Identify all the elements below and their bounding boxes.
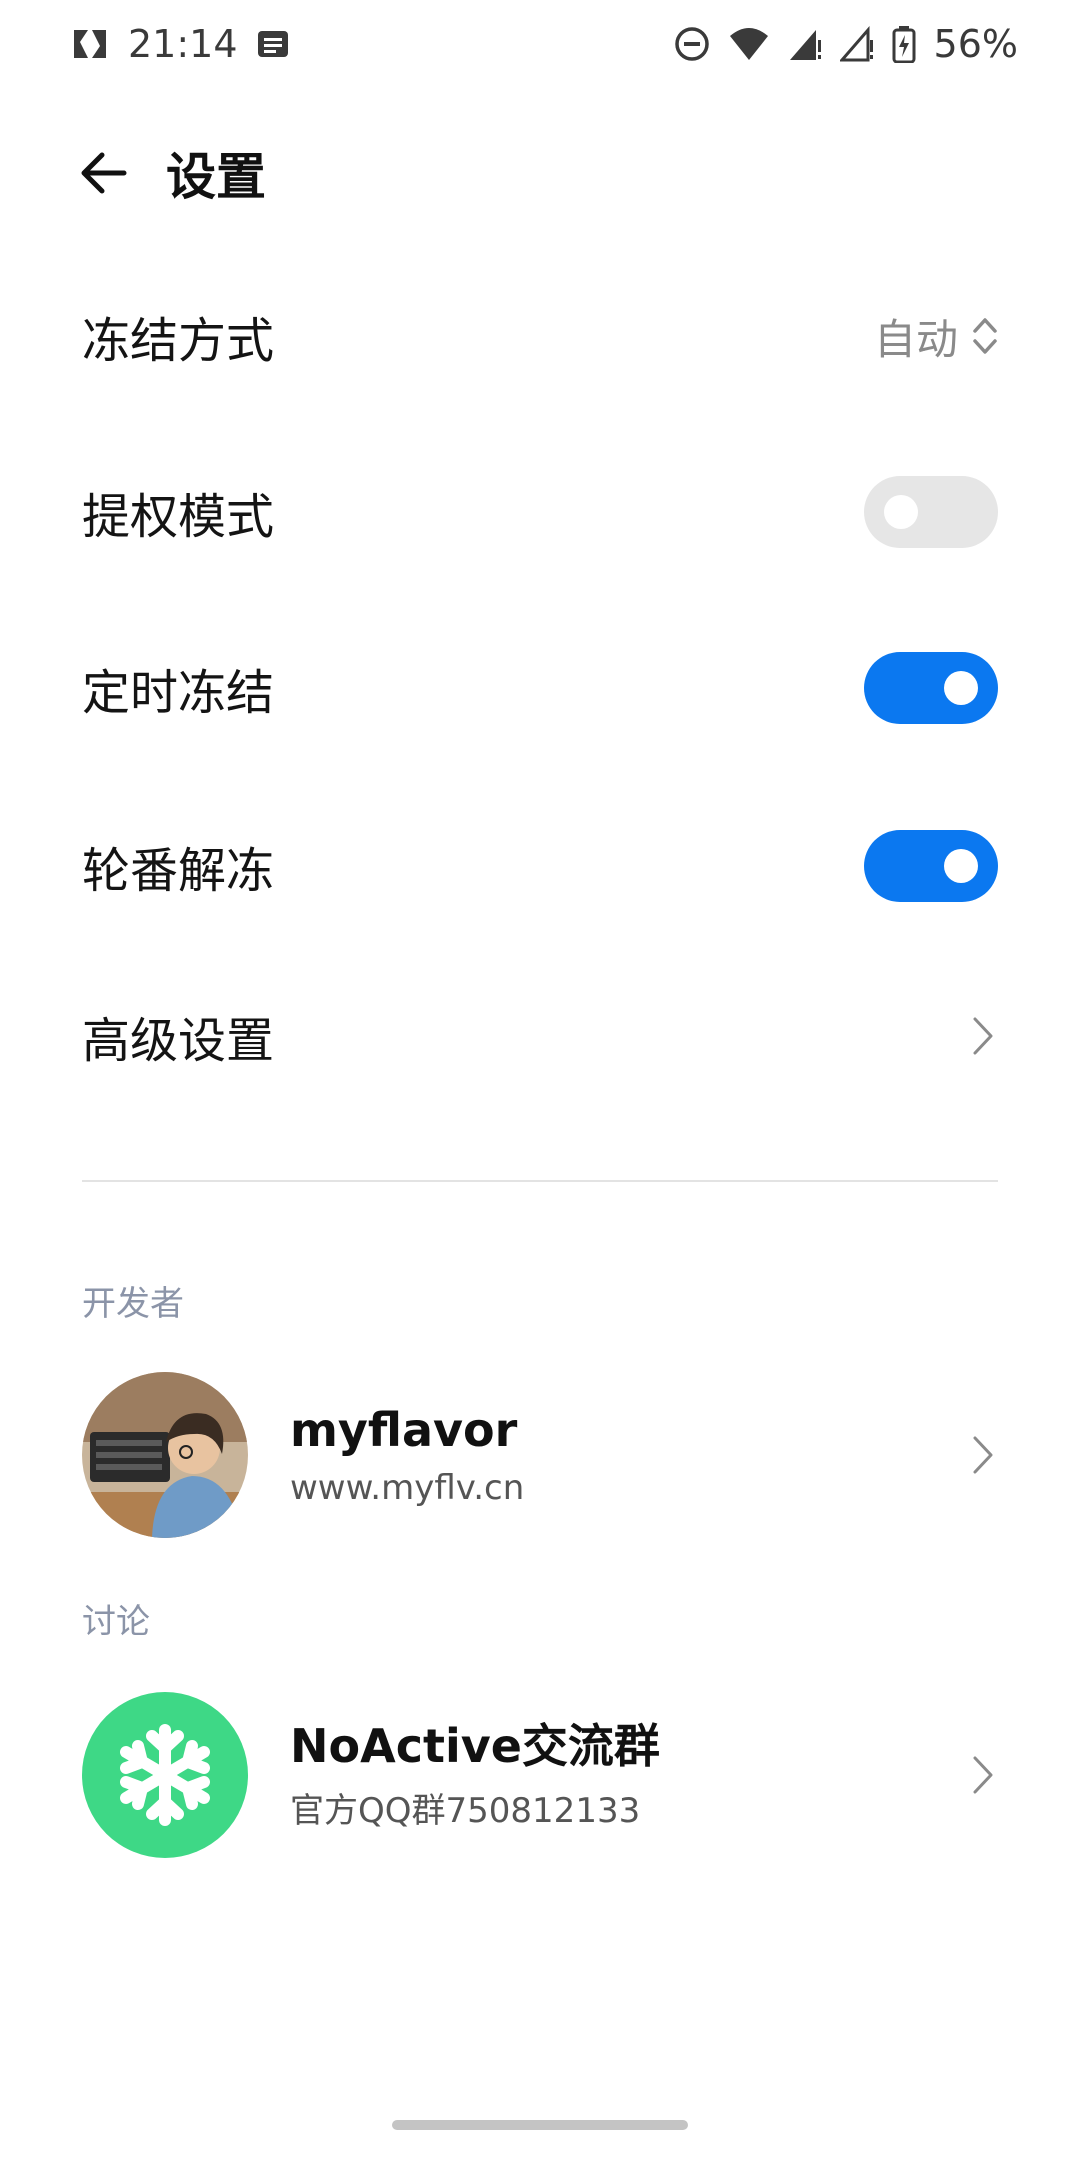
rotation-unfreeze-row: 轮番解冻 [0, 778, 1080, 954]
toggle-knob [944, 849, 978, 883]
scheduled-freeze-label: 定时冻结 [82, 665, 275, 721]
group-description: 官方QQ群750812133 [290, 1791, 641, 1832]
chevron-right-icon [968, 1432, 998, 1478]
section-divider [82, 1180, 998, 1182]
back-button[interactable] [76, 145, 132, 201]
freeze-mode-selector[interactable]: 自动 [874, 306, 998, 367]
privilege-mode-toggle[interactable] [864, 476, 998, 548]
dnd-icon [674, 26, 710, 62]
chevron-right-icon [968, 1752, 998, 1798]
status-right: 56% [674, 22, 1018, 66]
developer-text: myflavor www.myflv.cn [290, 1402, 968, 1508]
signal-icon [839, 26, 874, 62]
toggle-knob [944, 671, 978, 705]
freeze-mode-value: 自动 [873, 314, 958, 364]
discussion-section-label: 讨论 [82, 1602, 150, 1642]
advanced-settings-row[interactable]: 高级设置 [0, 948, 1080, 1124]
scheduled-freeze-row: 定时冻结 [0, 600, 1080, 776]
battery-percent: 56% [933, 22, 1018, 66]
developer-card[interactable]: myflavor www.myflv.cn [0, 1370, 1080, 1540]
discussion-card[interactable]: NoActive交流群 官方QQ群750812133 [0, 1690, 1080, 1860]
rotation-unfreeze-toggle[interactable] [864, 830, 998, 902]
page-title: 设置 [166, 148, 266, 206]
snowflake-icon [120, 1724, 210, 1826]
nfc-icon [70, 24, 110, 64]
status-time: 21:14 [128, 22, 238, 66]
settings-screen: 21:14 56% 设置 冻结方式 自动 提权模式 定时冻结 轮番解冻 高级设置… [0, 0, 1080, 2160]
scheduled-freeze-toggle[interactable] [864, 652, 998, 724]
battery-icon [892, 25, 916, 63]
status-bar: 21:14 56% [0, 0, 1080, 88]
discussion-text: NoActive交流群 官方QQ群750812133 [290, 1718, 968, 1833]
app-header: 设置 [0, 118, 1080, 228]
chevron-right-icon [968, 1013, 998, 1059]
avatar [82, 1372, 248, 1538]
home-indicator[interactable] [392, 2120, 688, 2130]
toggle-knob [884, 495, 918, 529]
developer-name: myflavor [290, 1403, 518, 1458]
wifi-icon [728, 26, 770, 62]
rotation-unfreeze-label: 轮番解冻 [82, 843, 275, 899]
developer-site: www.myflv.cn [290, 1467, 525, 1508]
freeze-mode-row[interactable]: 冻结方式 自动 [0, 248, 1080, 424]
group-avatar [82, 1692, 248, 1858]
signal-icon [788, 26, 822, 62]
up-down-chevron-icon [973, 318, 997, 354]
advanced-settings-label: 高级设置 [82, 1013, 275, 1069]
freeze-mode-label: 冻结方式 [82, 313, 275, 369]
group-name: NoActive交流群 [290, 1718, 660, 1773]
privilege-mode-row: 提权模式 [0, 424, 1080, 600]
developer-section-label: 开发者 [82, 1284, 184, 1324]
arrow-left-icon [81, 152, 127, 194]
privilege-mode-label: 提权模式 [82, 489, 275, 545]
message-icon [256, 27, 290, 61]
status-left: 21:14 [70, 22, 290, 66]
